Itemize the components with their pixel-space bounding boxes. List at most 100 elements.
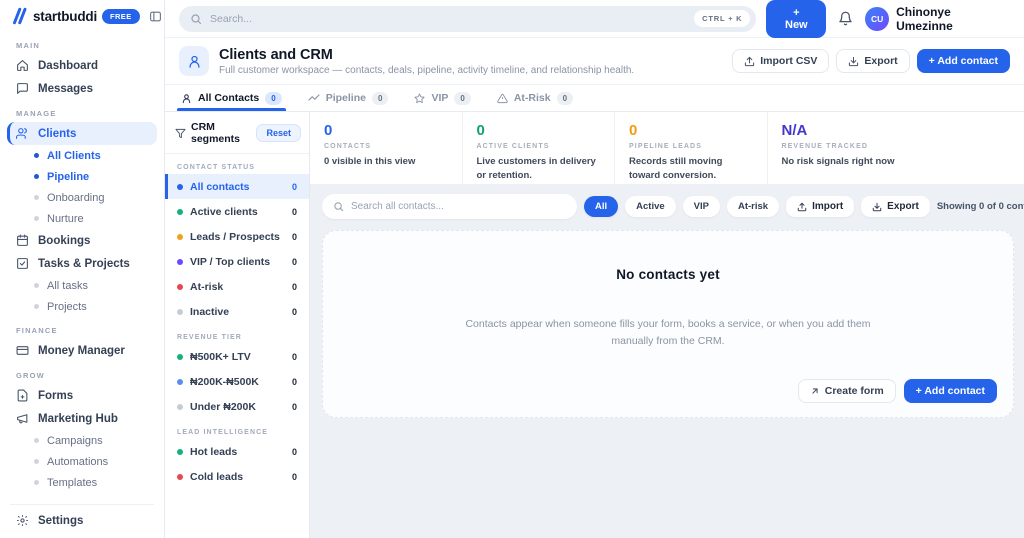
segment-at-risk[interactable]: At-risk 0 bbox=[165, 274, 309, 299]
add-contact-button[interactable]: + Add contact bbox=[904, 379, 997, 403]
sidebar-item-bookings[interactable]: Bookings bbox=[7, 229, 157, 252]
sidebar-item-dashboard[interactable]: Dashboard bbox=[7, 54, 157, 77]
segment-label: Active clients bbox=[190, 206, 258, 218]
sidebar-subitem-nurture[interactable]: Nurture bbox=[7, 208, 157, 229]
app-root: startbuddi FREE MAIN Dashboard Messages … bbox=[0, 0, 1024, 538]
segment-group-revenue-tier: REVENUE TIER bbox=[165, 324, 309, 344]
segment-count: 0 bbox=[292, 352, 297, 362]
content-area: CRM segments Reset CONTACT STATUS All co… bbox=[165, 112, 1024, 538]
button-label: Export bbox=[887, 201, 919, 212]
segment-leads-prospects[interactable]: Leads / Prospects 0 bbox=[165, 224, 309, 249]
search-icon bbox=[333, 201, 344, 212]
person-icon bbox=[179, 46, 209, 76]
export-button[interactable]: Export bbox=[861, 196, 930, 217]
tab-pipeline[interactable]: Pipeline 0 bbox=[308, 85, 389, 111]
segment-all-contacts[interactable]: All contacts 0 bbox=[165, 174, 309, 199]
segment-vip-top-clients[interactable]: VIP / Top clients 0 bbox=[165, 249, 309, 274]
sidebar-item-label: Dashboard bbox=[38, 60, 98, 72]
segment-label: Inactive bbox=[190, 306, 229, 318]
create-form-button[interactable]: Create form bbox=[798, 379, 896, 403]
user-name: Chinonye Umezinne bbox=[896, 5, 1010, 33]
bullet-icon bbox=[34, 304, 39, 309]
sidebar-collapse-icon[interactable] bbox=[149, 10, 162, 23]
contacts-search[interactable] bbox=[322, 194, 577, 219]
sidebar-logo-row: startbuddi FREE bbox=[0, 0, 164, 30]
bullet-icon bbox=[34, 153, 39, 158]
import-button[interactable]: Import bbox=[786, 196, 854, 217]
stat-pipeline-leads: 0 PIPELINE LEADS Records still moving to… bbox=[614, 112, 767, 184]
segment-500k-ltv[interactable]: ₦500K+ LTV 0 bbox=[165, 344, 309, 369]
tab-vip[interactable]: VIP 0 bbox=[414, 85, 470, 111]
filter-at-risk[interactable]: At-risk bbox=[727, 196, 779, 217]
page-header-actions: Import CSV Export + Add contact bbox=[732, 49, 1010, 73]
segment-under-200k[interactable]: Under ₦200K 0 bbox=[165, 394, 309, 419]
sidebar-subitem-campaigns[interactable]: Campaigns bbox=[7, 430, 157, 451]
sidebar-subitem-templates[interactable]: Templates bbox=[7, 472, 157, 493]
topbar: CTRL + K + New CU Chinonye Umezinne bbox=[165, 0, 1024, 38]
person-icon bbox=[181, 93, 192, 104]
sidebar-item-messages[interactable]: Messages bbox=[7, 77, 157, 100]
contacts-search-input[interactable] bbox=[351, 201, 566, 212]
tab-label: Pipeline bbox=[326, 92, 366, 104]
stat-label: REVENUE TRACKED bbox=[782, 143, 1010, 150]
stat-label: PIPELINE LEADS bbox=[629, 143, 753, 150]
chat-icon bbox=[16, 82, 29, 95]
filter-all[interactable]: All bbox=[584, 196, 618, 217]
reset-button[interactable]: Reset bbox=[256, 124, 301, 142]
export-button[interactable]: Export bbox=[836, 49, 909, 73]
sidebar-subitem-all-tasks[interactable]: All tasks bbox=[7, 275, 157, 296]
stat-value: 0 bbox=[629, 122, 753, 139]
import-csv-button[interactable]: Import CSV bbox=[732, 49, 829, 73]
stat-value: N/A bbox=[782, 122, 1010, 139]
segment-count: 0 bbox=[292, 307, 297, 317]
segment-inactive[interactable]: Inactive 0 bbox=[165, 299, 309, 324]
calendar-icon bbox=[16, 234, 29, 247]
upload-icon bbox=[744, 56, 755, 67]
global-search-input[interactable] bbox=[210, 13, 686, 25]
sidebar-item-marketing-hub[interactable]: Marketing Hub bbox=[7, 407, 157, 430]
segment-hot-leads[interactable]: Hot leads 0 bbox=[165, 439, 309, 464]
segment-label: Cold leads bbox=[190, 471, 243, 483]
filter-vip[interactable]: VIP bbox=[683, 196, 720, 217]
status-dot-icon bbox=[177, 234, 183, 240]
stat-contacts: 0 CONTACTS 0 visible in this view bbox=[310, 112, 462, 184]
sidebar-item-clients[interactable]: Clients bbox=[7, 122, 157, 145]
sidebar-subitem-onboarding[interactable]: Onboarding bbox=[7, 187, 157, 208]
filter-active[interactable]: Active bbox=[625, 196, 676, 217]
sidebar-subitem-automations[interactable]: Automations bbox=[7, 451, 157, 472]
sidebar-subitem-label: All tasks bbox=[47, 280, 88, 292]
contacts-toolbar: All Active VIP At-risk Import Export Sho… bbox=[310, 184, 1024, 227]
tab-at-risk[interactable]: At-Risk 0 bbox=[497, 85, 573, 111]
sidebar-subitem-label: Campaigns bbox=[47, 435, 103, 447]
status-dot-icon bbox=[177, 449, 183, 455]
bell-icon[interactable] bbox=[838, 11, 853, 26]
tab-all-contacts[interactable]: All Contacts 0 bbox=[181, 85, 282, 111]
sidebar-subitem-pipeline[interactable]: Pipeline bbox=[7, 166, 157, 187]
bullet-icon bbox=[34, 438, 39, 443]
sidebar-subitem-projects[interactable]: Projects bbox=[7, 296, 157, 317]
stat-value: 0 bbox=[477, 122, 601, 139]
new-button[interactable]: + New bbox=[766, 0, 826, 38]
sidebar-section-manage: MANAGE bbox=[7, 100, 157, 122]
sidebar-item-forms[interactable]: Forms bbox=[7, 384, 157, 407]
segment-cold-leads[interactable]: Cold leads 0 bbox=[165, 464, 309, 489]
sidebar-item-tasks-projects[interactable]: Tasks & Projects bbox=[7, 252, 157, 275]
segment-count: 0 bbox=[292, 472, 297, 482]
download-icon bbox=[872, 202, 882, 212]
page-subtitle: Full customer workspace — contacts, deal… bbox=[219, 65, 634, 76]
plan-badge: FREE bbox=[102, 9, 140, 24]
sidebar-item-settings[interactable]: Settings bbox=[0, 505, 164, 538]
sidebar-subitem-all-clients[interactable]: All Clients bbox=[7, 145, 157, 166]
add-contact-button[interactable]: + Add contact bbox=[917, 49, 1010, 73]
status-dot-icon bbox=[177, 474, 183, 480]
segment-200k-500k[interactable]: ₦200K-₦500K 0 bbox=[165, 369, 309, 394]
bullet-icon bbox=[34, 174, 39, 179]
global-search[interactable]: CTRL + K bbox=[179, 6, 756, 32]
segment-active-clients[interactable]: Active clients 0 bbox=[165, 199, 309, 224]
main-column: CTRL + K + New CU Chinonye Umezinne Clie… bbox=[165, 0, 1024, 538]
stat-value: 0 bbox=[324, 122, 448, 139]
sidebar-item-money-manager[interactable]: Money Manager bbox=[7, 339, 157, 362]
segment-count: 0 bbox=[292, 182, 297, 192]
user-menu[interactable]: CU Chinonye Umezinne bbox=[865, 5, 1010, 33]
sidebar-item-label: Money Manager bbox=[38, 345, 125, 357]
